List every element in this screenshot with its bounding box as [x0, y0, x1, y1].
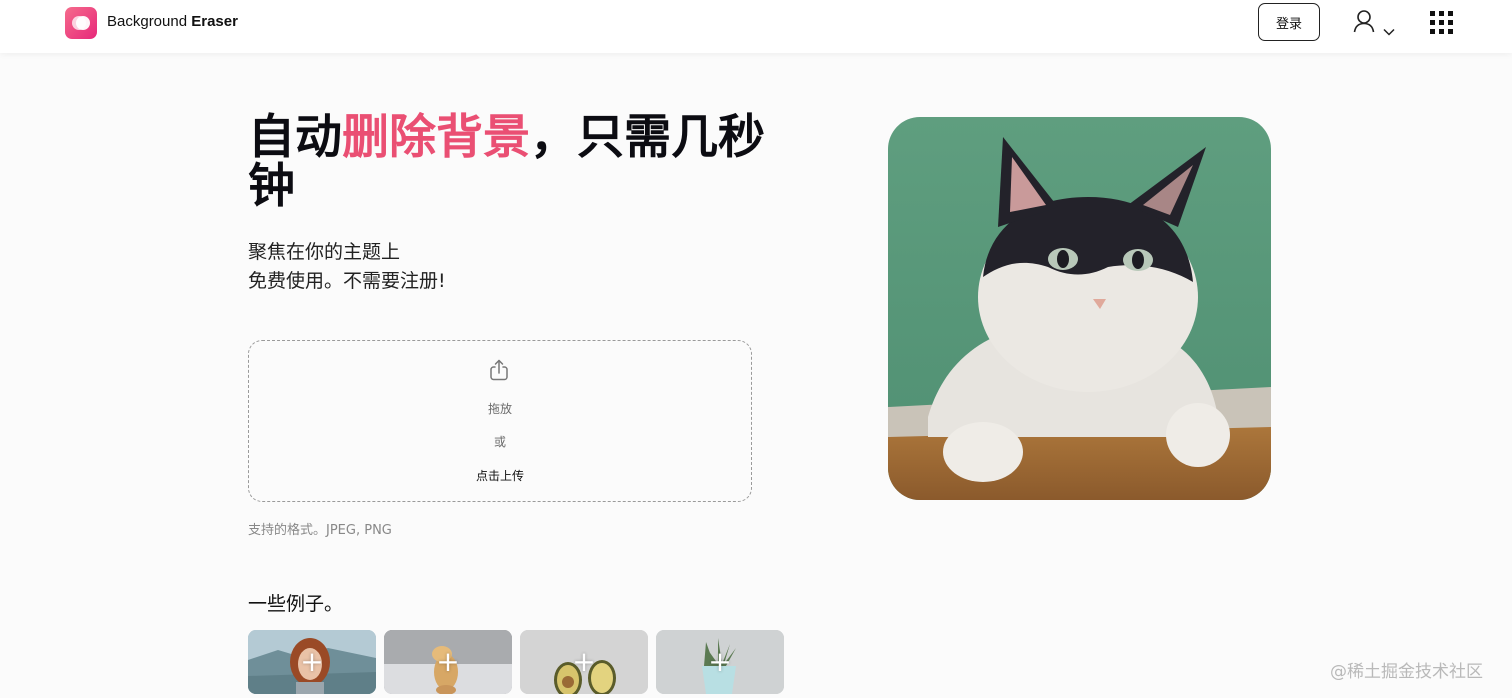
- login-button[interactable]: 登录: [1258, 3, 1320, 41]
- add-example-icon: +: [436, 645, 460, 678]
- hero-title: 自动删除背景，只需几秒钟: [248, 113, 768, 211]
- add-example-icon: +: [708, 645, 732, 678]
- example-thumb-dog[interactable]: +: [384, 630, 512, 694]
- brand-name[interactable]: Background Eraser: [107, 13, 238, 30]
- hero-cat-image: [888, 117, 1271, 500]
- top-header: Background Eraser 登录: [0, 0, 1512, 53]
- watermark-text: @稀土掘金技术社区: [1330, 662, 1483, 682]
- user-icon[interactable]: [1353, 9, 1375, 37]
- upload-icon: [487, 358, 511, 386]
- or-label: 或: [493, 435, 506, 449]
- example-thumb-avocado[interactable]: +: [520, 630, 648, 694]
- example-thumb-plant[interactable]: +: [656, 630, 784, 694]
- add-example-icon: +: [572, 645, 596, 678]
- subtitle-line-1: 聚焦在你的主题上: [248, 241, 401, 263]
- examples-title: 一些例子。: [248, 593, 344, 615]
- supported-formats: 支持的格式。JPEG, PNG: [248, 523, 392, 538]
- app-logo[interactable]: [65, 7, 97, 39]
- hero-title-part1: 自动: [248, 110, 342, 165]
- add-example-icon: +: [300, 645, 324, 678]
- subtitle-line-2: 免费使用。不需要注册!: [248, 270, 446, 292]
- apps-grid-icon[interactable]: [1430, 11, 1454, 35]
- brand-name-regular: Background: [107, 13, 188, 30]
- click-upload-link[interactable]: 点击上传: [249, 467, 751, 484]
- brand-name-bold: Eraser: [191, 13, 238, 30]
- example-thumb-woman[interactable]: +: [248, 630, 376, 694]
- upload-drop-zone[interactable]: 拖放 或 点击上传: [248, 340, 752, 502]
- chevron-down-icon[interactable]: [1383, 21, 1395, 40]
- hero-subtitle: 聚焦在你的主题上 免费使用。不需要注册!: [248, 238, 446, 296]
- hero-title-highlight: 删除背景: [342, 110, 530, 165]
- drag-drop-label: 拖放: [487, 402, 512, 416]
